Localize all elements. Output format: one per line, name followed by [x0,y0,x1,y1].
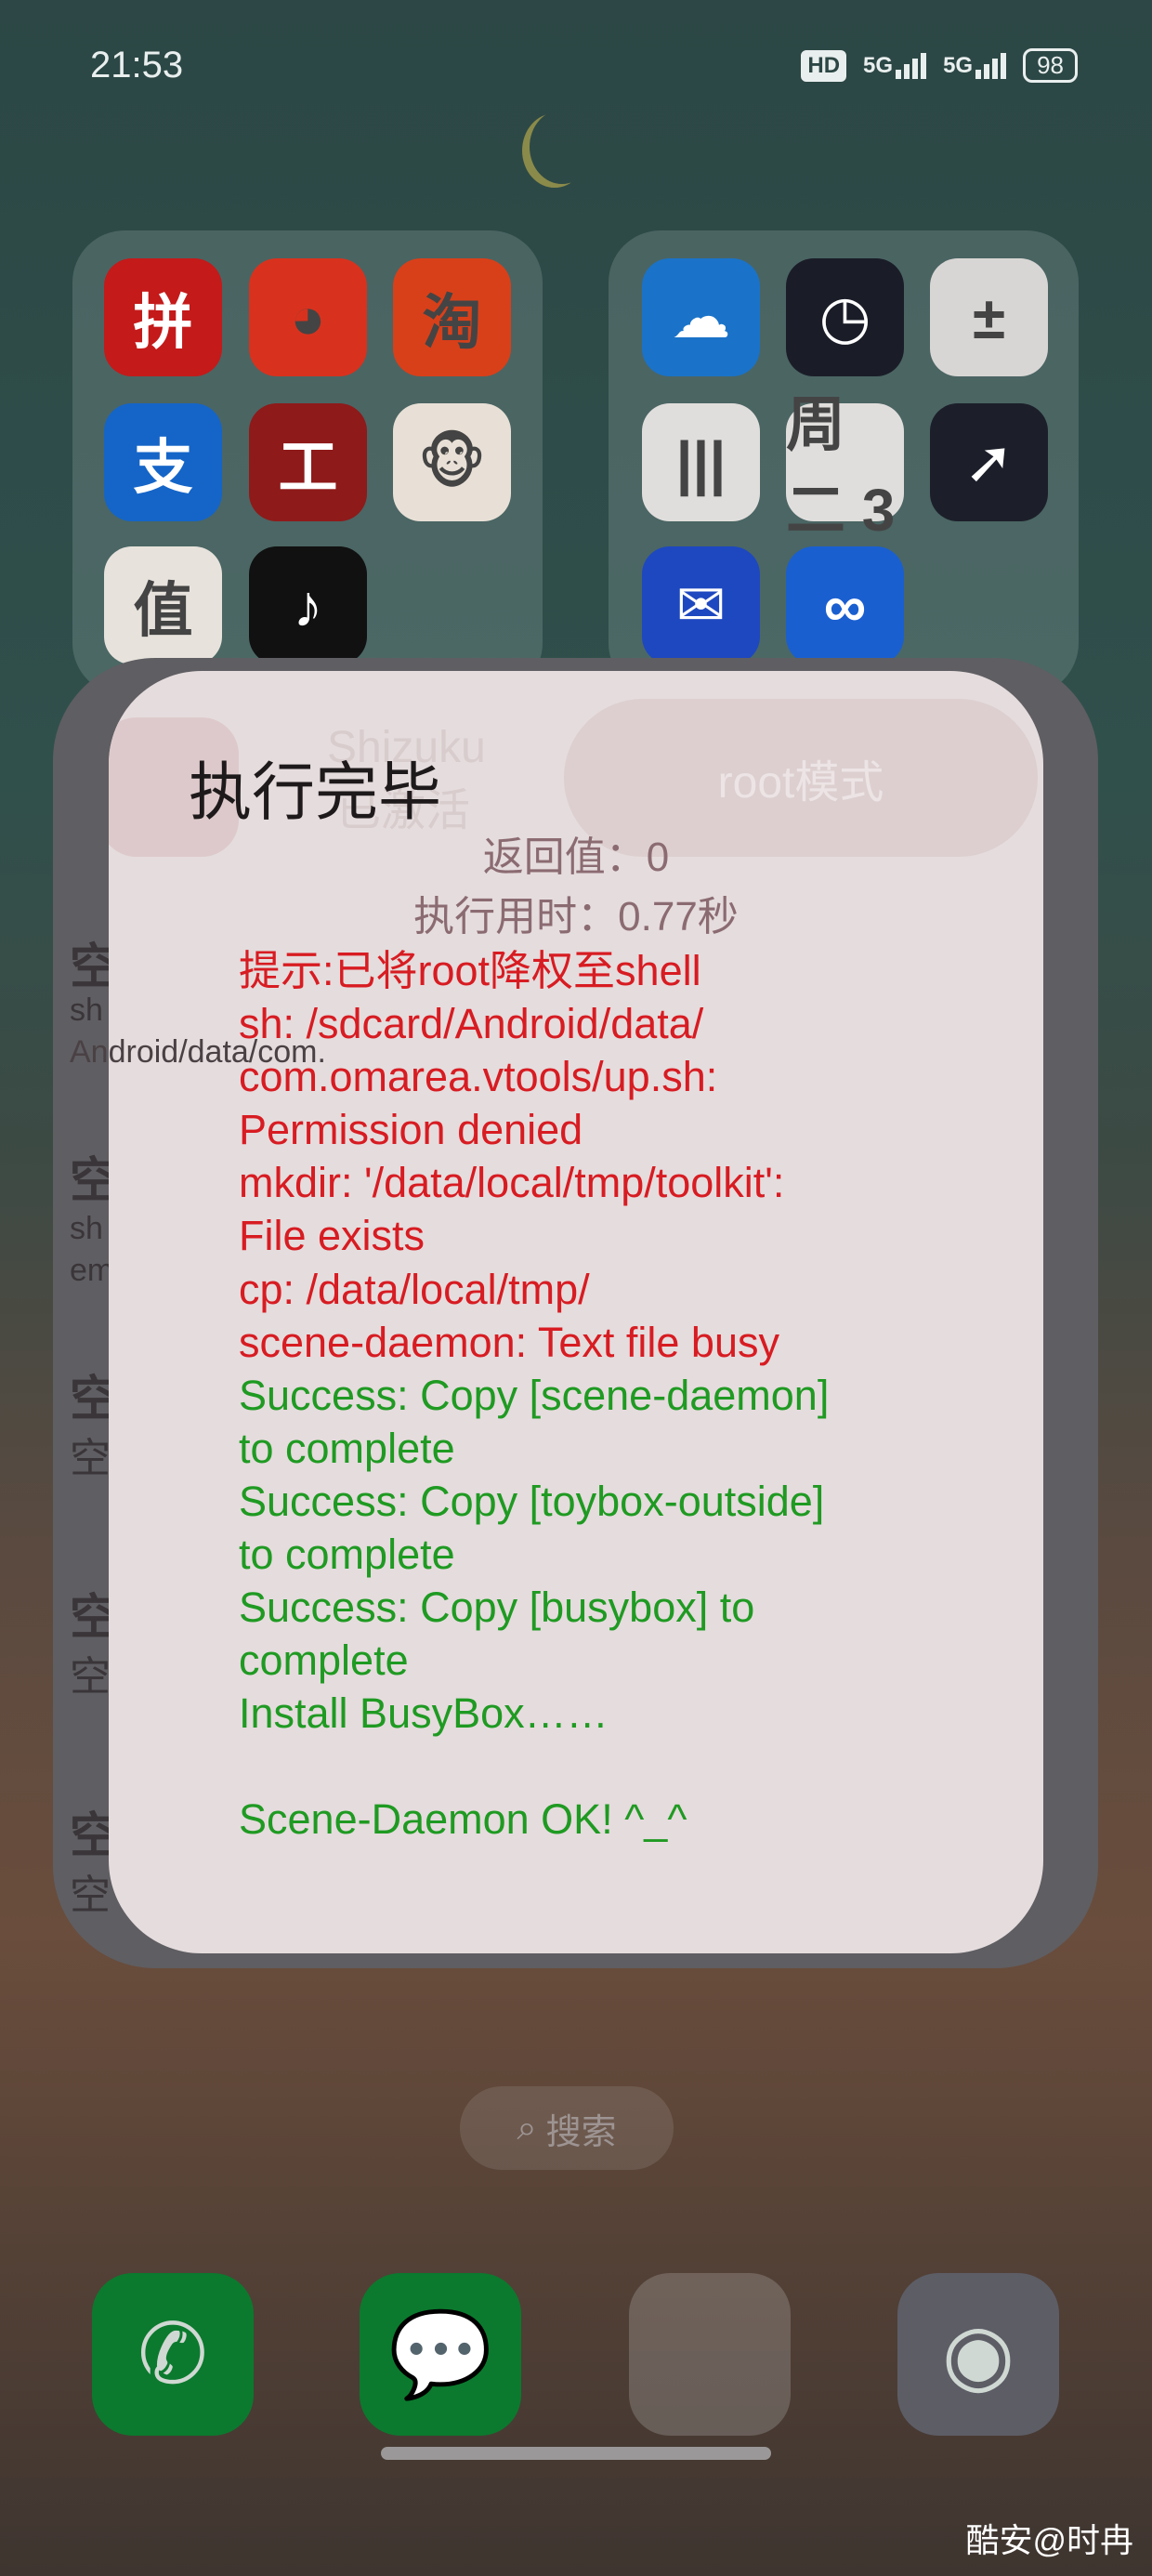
home-indicator[interactable] [381,2447,771,2460]
log-line: mkdir: '/data/local/tmp/toolkit': [239,1159,785,1207]
icbc-icon[interactable]: 工 [249,403,367,521]
jd-icon[interactable]: ◕ [249,258,367,376]
taobao-icon[interactable]: 淘 [393,258,511,376]
status-icons: HD 5G 5G 98 [801,48,1078,83]
log-line: sh: /sdcard/Android/data/ [239,1000,704,1048]
log-line: Success: Copy [toybox-outside] [239,1477,825,1525]
battery-icon: 98 [1023,48,1078,83]
messages-icon[interactable]: 💬 [360,2273,521,2436]
dialog-title: 执行完毕 [189,757,442,828]
log-line: 提示:已将root降权至shell [239,947,701,994]
empty-slot-label: 空 [70,1436,111,1481]
signal-2: 5G [943,52,1007,79]
log-line: Success: Copy [scene-daemon] [239,1371,830,1419]
smzdm-icon[interactable]: 值 [104,546,222,664]
execution-result-dialog: Shizuku 已激活 root模式 执行完毕 返回值：0 执行用时：0.77秒… [109,671,1043,1953]
mail-icon[interactable]: ✉ [642,546,760,664]
empty-slot-label: 空 [70,1654,111,1700]
search-button[interactable]: ⌕ 搜索 [460,2086,674,2170]
status-time: 21:53 [90,45,184,85]
alipay-icon[interactable]: 支 [104,403,222,521]
compass-icon[interactable]: ➚ [930,403,1048,521]
app-folder-icon[interactable] [629,2273,791,2436]
log-line: to complete [239,1531,455,1579]
hd-voice-icon: HD [801,49,847,82]
log-line: Permission denied [239,1106,583,1154]
log-line: to complete [239,1424,455,1472]
camera-icon[interactable]: ◉ [897,2273,1059,2436]
log-line: scene-daemon: Text file busy [239,1318,779,1366]
weather-icon[interactable]: ☁ [642,258,760,376]
network-type-1: 5G [863,52,894,78]
search-icon: ⌕ [517,2108,537,2148]
calculator-icon[interactable]: ± [930,258,1048,376]
return-value: 返回值：0 [482,835,670,880]
pinduoduo-icon[interactable]: 拼 [104,258,222,376]
watermark: 酷安@时冉 [965,2521,1133,2559]
script-path: Android/data/com. [70,1034,326,1070]
recorder-icon[interactable]: ||| [642,403,760,521]
clock-icon[interactable]: ◷ [786,258,904,376]
phone-icon[interactable]: ✆ [92,2273,254,2436]
calendar-icon[interactable]: 周二 3 [786,391,904,544]
csdn-monkey-icon[interactable]: 🐵 [393,403,511,521]
log-line: Success: Copy [busybox] to [239,1584,755,1632]
cloud-link-icon[interactable]: ∞ [786,546,904,664]
moon-decoration [530,110,595,184]
log-line: File exists [239,1212,425,1260]
douyin-icon[interactable]: ♪ [249,546,367,664]
log-output: 提示:已将root降权至shell sh: /sdcard/Android/dat… [239,944,1010,1847]
log-line: complete [239,1636,409,1685]
empty-slot-label: 空 [70,1873,111,1918]
log-line: cp: /data/local/tmp/ [239,1265,590,1313]
log-line: Scene-Daemon OK! ^_^ [239,1795,687,1844]
elapsed-time: 执行用时：0.77秒 [413,894,739,940]
search-label: 搜索 [545,2112,617,2152]
log-line: Install BusyBox…… [239,1689,609,1738]
network-type-2: 5G [943,52,974,78]
log-line: com.omarea.vtools/up.sh: [239,1053,718,1101]
signal-1: 5G [863,52,927,79]
